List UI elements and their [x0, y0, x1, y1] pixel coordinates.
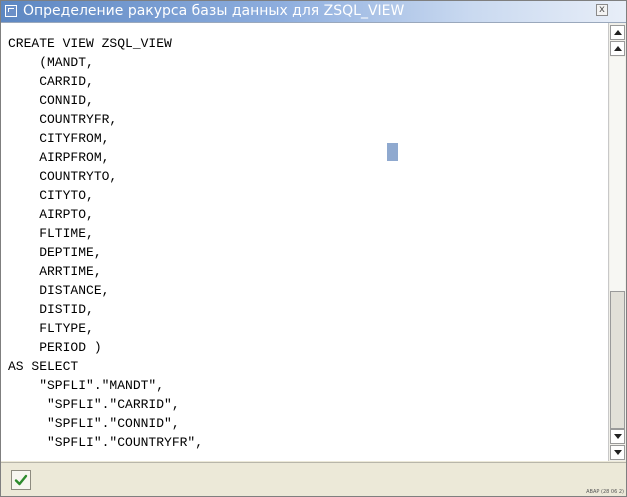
code-line: CONNID,: [8, 93, 94, 108]
dialog-window: Определение ракурса базы данных для ZSQL…: [0, 0, 627, 497]
scroll-thumb[interactable]: [610, 291, 625, 429]
arrow-down-icon: [613, 434, 622, 439]
vertical-scrollbar[interactable]: [608, 23, 626, 461]
close-button[interactable]: x: [596, 4, 608, 16]
checkmark-icon: [14, 474, 28, 486]
code-line: FLTIME,: [8, 226, 94, 241]
scroll-to-top-button[interactable]: [610, 25, 625, 40]
sql-text-area[interactable]: CREATE VIEW ZSQL_VIEW (MANDT, CARRID, CO…: [1, 23, 608, 461]
code-line: "SPFLI"."MANDT",: [8, 378, 165, 393]
window-title: Определение ракурса базы данных для ZSQL…: [23, 3, 405, 19]
sql-code: CREATE VIEW ZSQL_VIEW (MANDT, CARRID, CO…: [1, 23, 608, 452]
arrow-up-icon: [613, 46, 622, 51]
code-line: "SPFLI"."CONNID",: [8, 416, 180, 431]
code-line: COUNTRYFR,: [8, 112, 118, 127]
system-info-label: ABAP (28 06 2): [586, 489, 624, 495]
title-bar[interactable]: Определение ракурса базы данных для ZSQL…: [1, 1, 626, 23]
scroll-up-button[interactable]: [610, 41, 625, 56]
code-line: DEPTIME,: [8, 245, 102, 260]
arrow-down-icon: [613, 450, 622, 455]
code-line: DISTID,: [8, 302, 94, 317]
code-line: CREATE VIEW ZSQL_VIEW: [8, 36, 172, 51]
code-line: FLTYPE,: [8, 321, 94, 336]
code-line: PERIOD ): [8, 340, 102, 355]
code-line: "SPFLI"."COUNTRYFR",: [8, 435, 204, 450]
scroll-down-button[interactable]: [610, 429, 625, 444]
continue-button[interactable]: [11, 470, 31, 490]
code-line: CITYTO,: [8, 188, 94, 203]
arrow-up-icon: [613, 30, 622, 35]
code-line: CITYFROM,: [8, 131, 110, 146]
scroll-to-bottom-button[interactable]: [610, 445, 625, 460]
code-line: ARRTIME,: [8, 264, 102, 279]
code-line: "SPFLI"."CARRID",: [8, 397, 180, 412]
code-line: AIRPTO,: [8, 207, 94, 222]
code-line: COUNTRYTO,: [8, 169, 118, 184]
code-line: AIRPFROM,: [8, 150, 110, 165]
window-menu-icon[interactable]: [5, 5, 17, 17]
code-line: DISTANCE,: [8, 283, 110, 298]
code-line: CARRID,: [8, 74, 94, 89]
footer-toolbar: ABAP (28 06 2): [1, 462, 626, 496]
code-line: AS SELECT: [8, 359, 79, 374]
code-line: (MANDT,: [8, 55, 94, 70]
text-cursor: [387, 143, 398, 161]
